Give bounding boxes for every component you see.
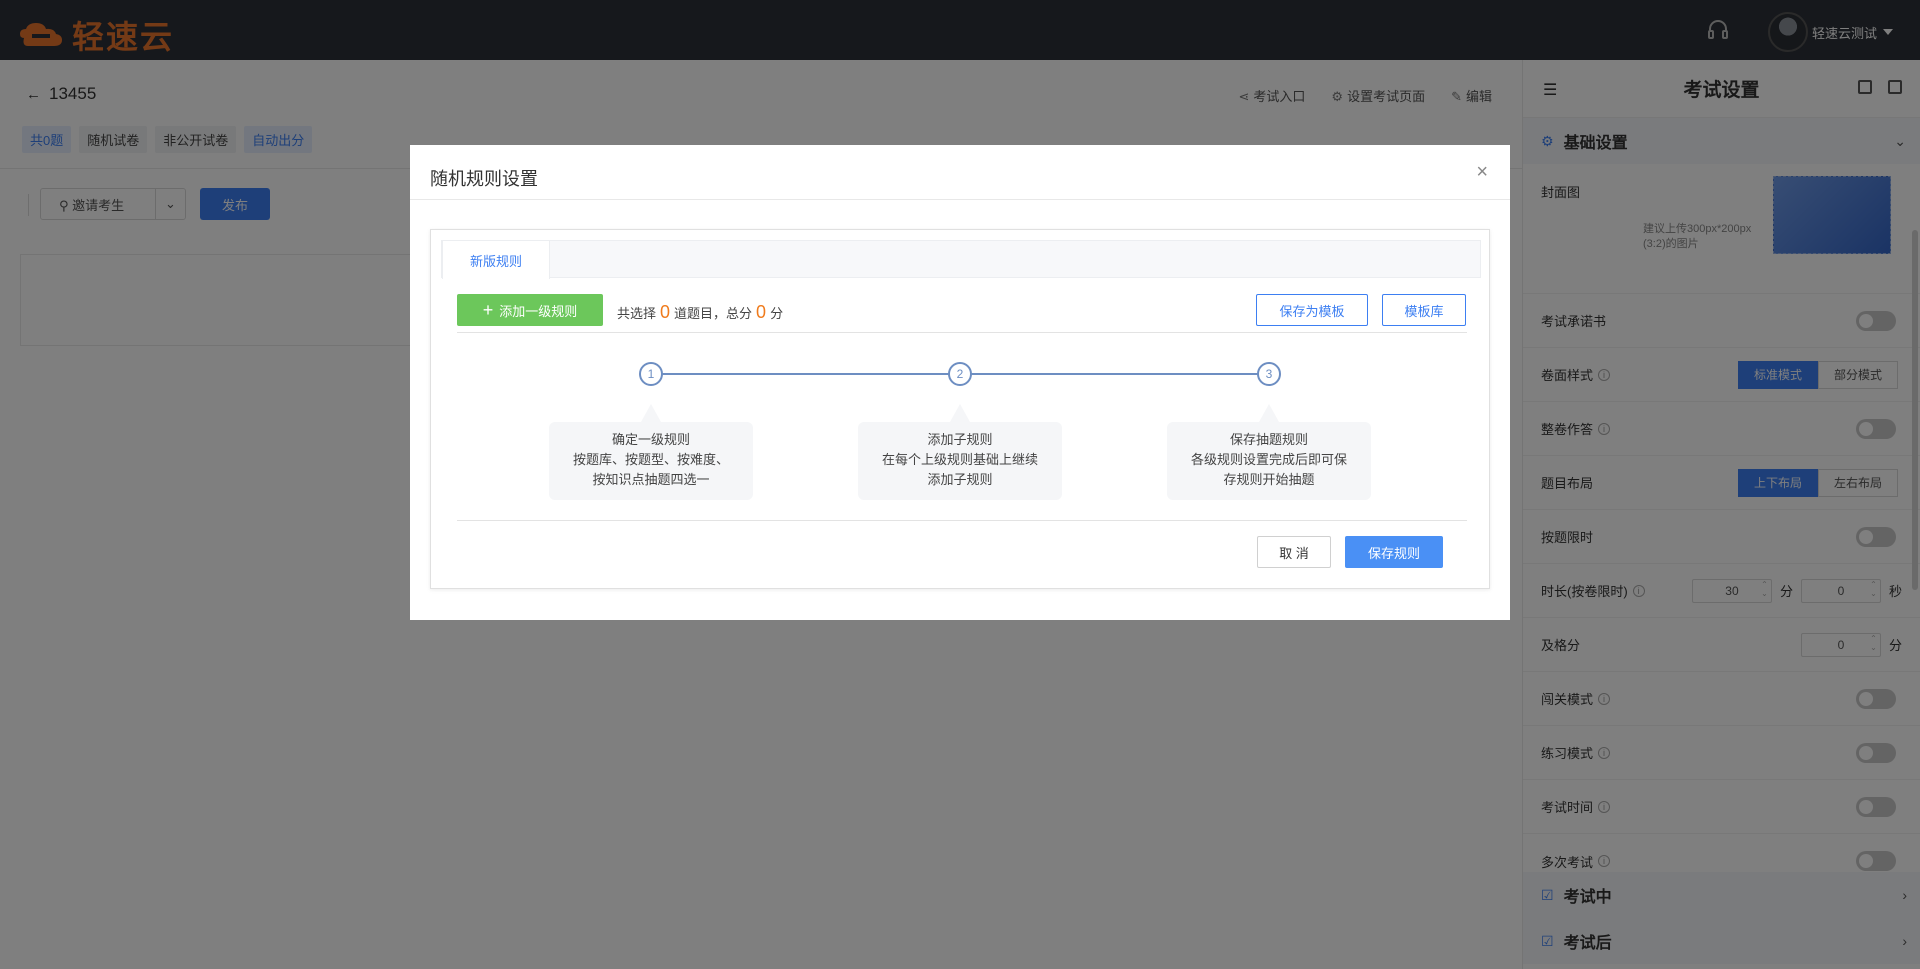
divider: [410, 199, 1510, 200]
question-count: 0: [660, 302, 671, 322]
rule-toolbar: + 添加一级规则 共选择 0 道题目，总分 0 分 保存为模板 模板库: [457, 294, 1467, 328]
step-2-marker: 2: [948, 362, 972, 386]
step-1-desc-line-1: 按题库、按题型、按难度、: [572, 452, 729, 467]
add-first-level-rule-button[interactable]: + 添加一级规则: [457, 294, 603, 326]
cancel-button[interactable]: 取 消: [1257, 536, 1331, 568]
step-1-marker: 1: [639, 362, 663, 386]
save-rule-button[interactable]: 保存规则: [1345, 536, 1443, 568]
step-3-card: 保存抽题规则 各级规则设置完成后即可保 存规则开始抽题: [1167, 404, 1371, 500]
add-rule-label: 添加一级规则: [499, 303, 578, 319]
selection-summary: 共选择 0 道题目，总分 0 分: [617, 302, 783, 323]
step-1-title: 确定一级规则: [611, 432, 690, 447]
step-2-desc-line-2: 添加子规则: [927, 472, 993, 487]
random-rule-dialog: 随机规则设置 × 新版规则 + 添加一级规则 共选择 0 道题目，总分 0 分 保存为模板…: [410, 145, 1510, 620]
step-3-title: 保存抽题规则: [1229, 432, 1308, 447]
save-as-template-button[interactable]: 保存为模板: [1256, 294, 1368, 326]
divider: [457, 520, 1467, 521]
total-score: 0: [756, 302, 767, 322]
template-library-button[interactable]: 模板库: [1382, 294, 1466, 326]
count-prefix: 共选择: [617, 306, 657, 321]
dialog-title: 随机规则设置: [430, 169, 538, 189]
tab-new-rules[interactable]: 新版规则: [442, 240, 550, 279]
tab-bar: 新版规则: [441, 240, 1481, 279]
step-2-card: 添加子规则 在每个上级规则基础上继续 添加子规则: [858, 404, 1062, 500]
divider: [457, 332, 1467, 333]
rule-editor: 新版规则 + 添加一级规则 共选择 0 道题目，总分 0 分 保存为模板 模板库 1 2 …: [430, 229, 1490, 589]
step-1-card: 确定一级规则 按题库、按题型、按难度、 按知识点抽题四选一: [549, 404, 753, 500]
step-2-title: 添加子规则: [927, 432, 993, 447]
step-3-desc-line-1: 各级规则设置完成后即可保: [1190, 452, 1347, 467]
plus-icon: +: [482, 299, 494, 320]
step-1-desc-line-2: 按知识点抽题四选一: [592, 472, 710, 487]
close-icon[interactable]: ×: [1476, 161, 1488, 184]
count-mid: 道题目，总分: [674, 306, 753, 321]
step-3-marker: 3: [1257, 362, 1281, 386]
step-3-desc-line-2: 存规则开始抽题: [1223, 472, 1315, 487]
score-unit: 分: [770, 306, 784, 321]
step-2-desc-line-1: 在每个上级规则基础上继续: [881, 452, 1038, 467]
